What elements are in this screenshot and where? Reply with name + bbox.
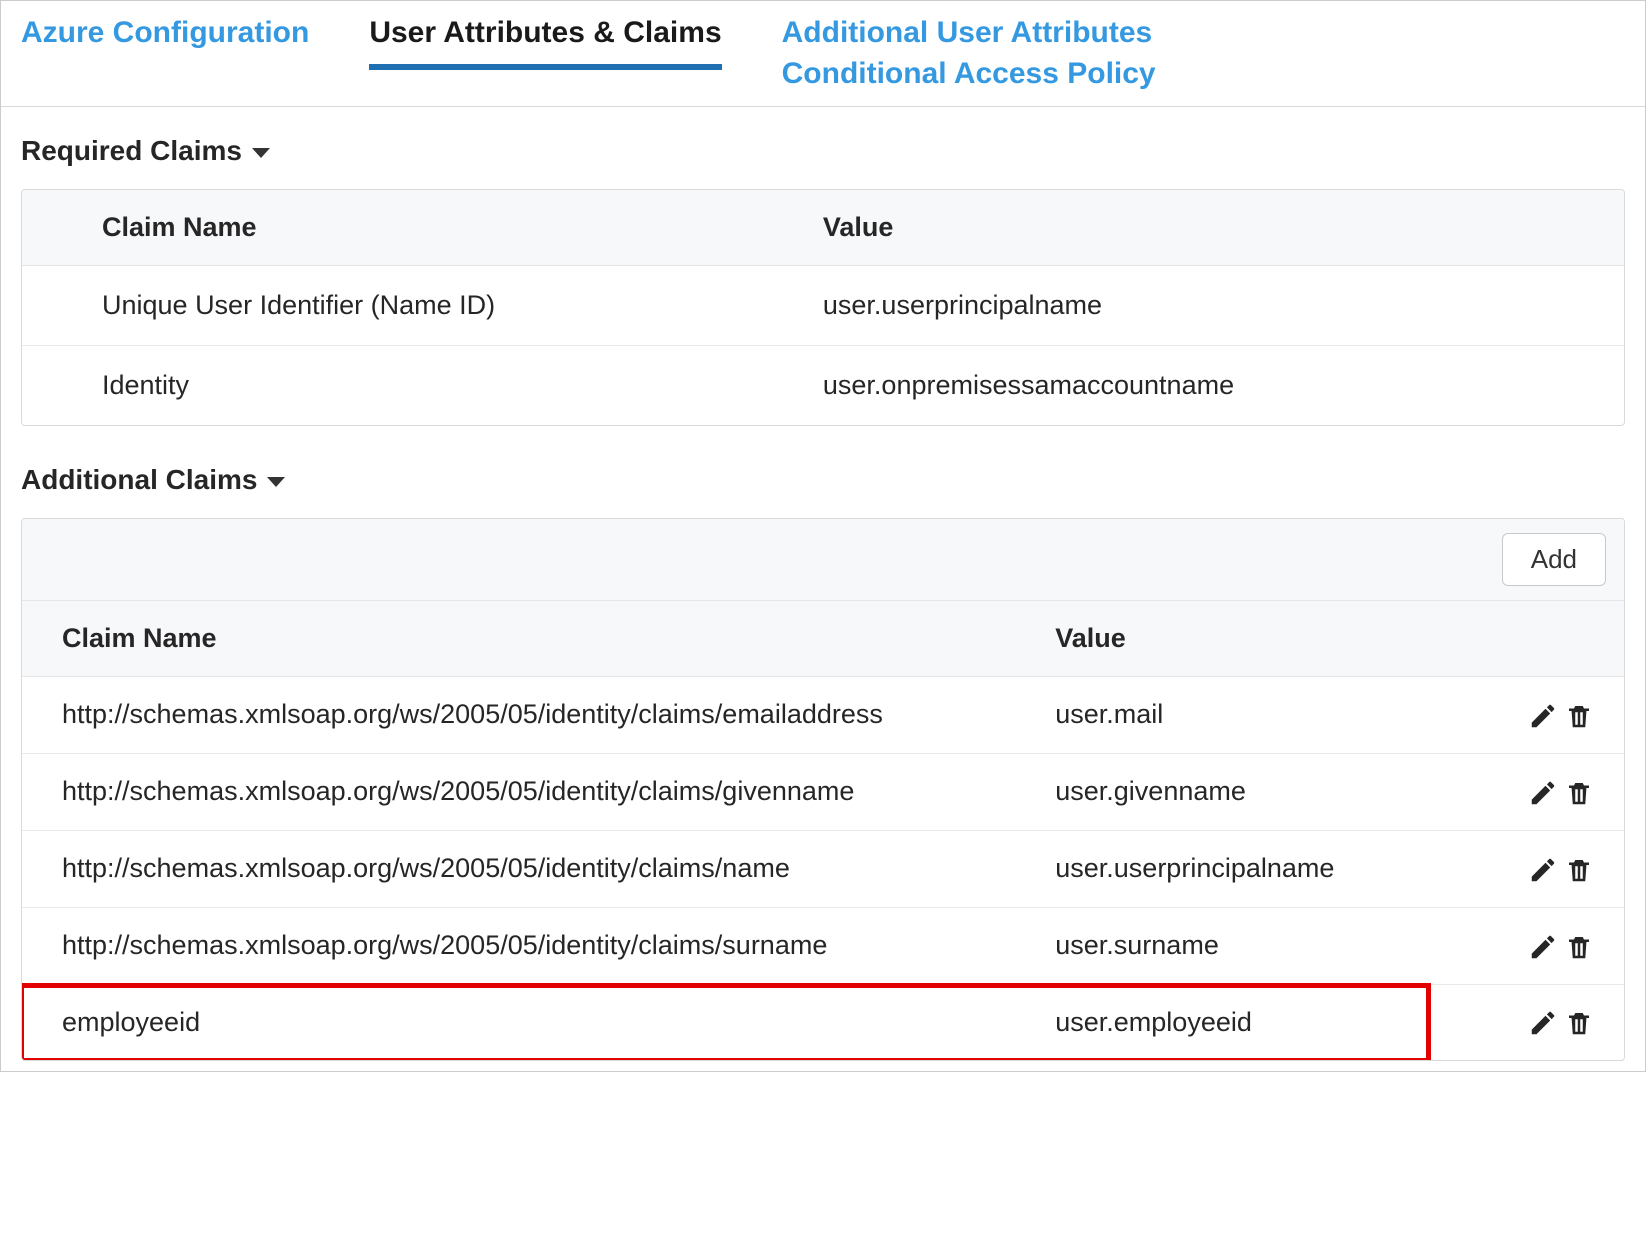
- additional-claims-header[interactable]: Additional Claims: [1, 436, 1645, 518]
- delete-icon[interactable]: [1564, 932, 1594, 962]
- additional-cell-name: http://schemas.xmlsoap.org/ws/2005/05/id…: [22, 677, 1015, 754]
- additional-header-actions: [1464, 601, 1624, 677]
- required-claims-title: Required Claims: [21, 135, 242, 167]
- add-button[interactable]: Add: [1502, 533, 1606, 586]
- page-container: Azure Configuration User Attributes & Cl…: [0, 0, 1646, 1072]
- edit-icon[interactable]: [1528, 1008, 1558, 1038]
- table-row: http://schemas.xmlsoap.org/ws/2005/05/id…: [22, 907, 1624, 984]
- additional-claims-panel: Add Claim Name Value http://schemas.xmls…: [21, 518, 1625, 1061]
- additional-cell-value: user.mail: [1015, 677, 1464, 754]
- delete-icon[interactable]: [1564, 701, 1594, 731]
- required-cell-value: user.userprincipalname: [743, 266, 1624, 346]
- table-row: Identity user.onpremisessamaccountname: [22, 346, 1624, 426]
- required-cell-value: user.onpremisessamaccountname: [743, 346, 1624, 426]
- delete-icon[interactable]: [1564, 1008, 1594, 1038]
- table-row: Unique User Identifier (Name ID) user.us…: [22, 266, 1624, 346]
- row-actions: [1464, 907, 1624, 984]
- tab-additional-user-attributes-label: Additional User Attributes: [782, 13, 1156, 54]
- table-row: http://schemas.xmlsoap.org/ws/2005/05/id…: [22, 753, 1624, 830]
- additional-header-value: Value: [1015, 601, 1464, 677]
- additional-claims-table: Claim Name Value http://schemas.xmlsoap.…: [22, 601, 1624, 1060]
- additional-claims-toolbar: Add: [22, 519, 1624, 601]
- required-header-claim-name: Claim Name: [22, 190, 743, 266]
- row-actions: [1464, 830, 1624, 907]
- row-actions: [1464, 753, 1624, 830]
- tab-bar: Azure Configuration User Attributes & Cl…: [1, 3, 1645, 107]
- edit-icon[interactable]: [1528, 855, 1558, 885]
- delete-icon[interactable]: [1564, 778, 1594, 808]
- additional-cell-value: user.employeeid: [1015, 984, 1464, 1060]
- table-row: http://schemas.xmlsoap.org/ws/2005/05/id…: [22, 677, 1624, 754]
- tab-conditional-access-policy-label: Conditional Access Policy: [782, 54, 1156, 95]
- row-actions: [1464, 984, 1624, 1060]
- required-cell-name: Identity: [22, 346, 743, 426]
- required-claims-table: Claim Name Value Unique User Identifier …: [22, 190, 1624, 425]
- tab-user-attributes-claims[interactable]: User Attributes & Claims: [369, 13, 721, 70]
- edit-icon[interactable]: [1528, 778, 1558, 808]
- additional-claims-title: Additional Claims: [21, 464, 257, 496]
- table-row: http://schemas.xmlsoap.org/ws/2005/05/id…: [22, 830, 1624, 907]
- additional-cell-value: user.userprincipalname: [1015, 830, 1464, 907]
- required-claims-panel: Claim Name Value Unique User Identifier …: [21, 189, 1625, 426]
- tab-additional-and-conditional[interactable]: Additional User Attributes Conditional A…: [782, 13, 1156, 106]
- additional-cell-name: http://schemas.xmlsoap.org/ws/2005/05/id…: [22, 753, 1015, 830]
- row-actions: [1464, 677, 1624, 754]
- edit-icon[interactable]: [1528, 932, 1558, 962]
- table-row: employeeiduser.employeeid: [22, 984, 1624, 1060]
- chevron-down-icon: [252, 148, 270, 158]
- required-header-value: Value: [743, 190, 1624, 266]
- delete-icon[interactable]: [1564, 855, 1594, 885]
- additional-header-claim-name: Claim Name: [22, 601, 1015, 677]
- additional-cell-name: http://schemas.xmlsoap.org/ws/2005/05/id…: [22, 907, 1015, 984]
- required-claims-header[interactable]: Required Claims: [1, 107, 1645, 189]
- edit-icon[interactable]: [1528, 701, 1558, 731]
- chevron-down-icon: [267, 477, 285, 487]
- additional-cell-name: employeeid: [22, 984, 1015, 1060]
- tab-azure-configuration[interactable]: Azure Configuration: [21, 13, 309, 66]
- additional-cell-name: http://schemas.xmlsoap.org/ws/2005/05/id…: [22, 830, 1015, 907]
- required-cell-name: Unique User Identifier (Name ID): [22, 266, 743, 346]
- additional-cell-value: user.surname: [1015, 907, 1464, 984]
- additional-cell-value: user.givenname: [1015, 753, 1464, 830]
